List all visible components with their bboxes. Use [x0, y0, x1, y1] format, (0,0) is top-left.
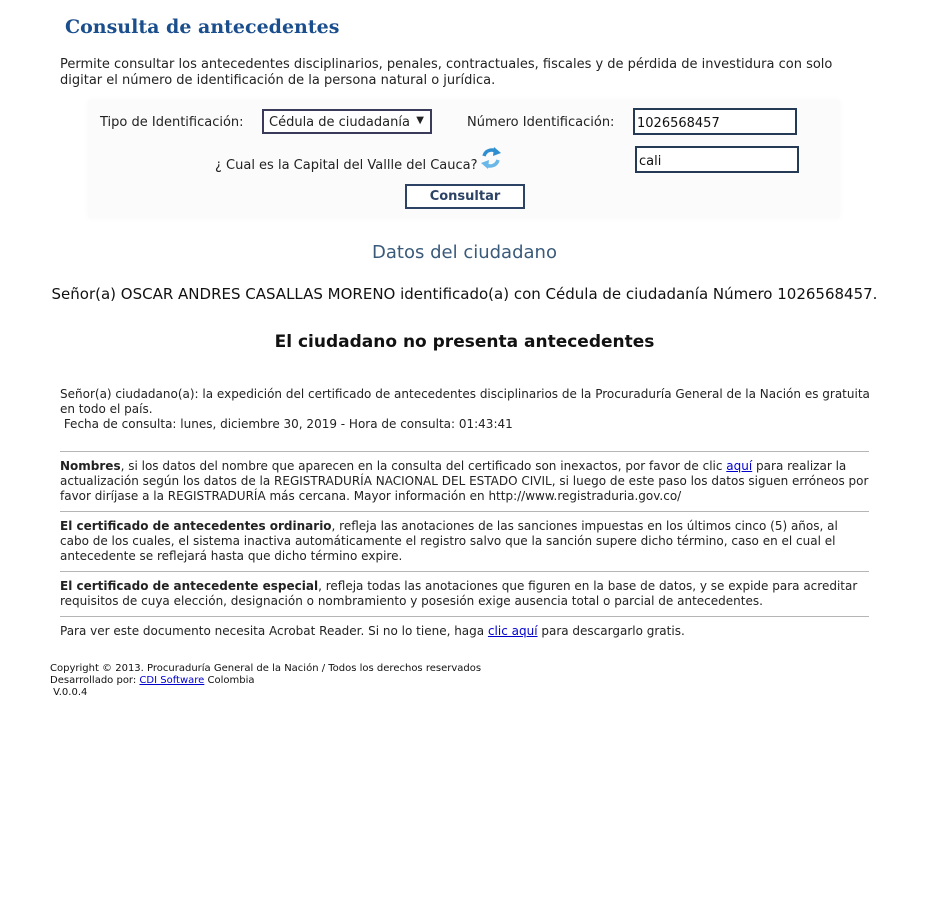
divider — [60, 616, 869, 617]
id-type-label: Tipo de Identificación: — [100, 115, 244, 130]
ordinary-note-bold: El certificado de antecedentes ordinario — [60, 519, 332, 533]
section-title: Datos del ciudadano — [372, 242, 557, 263]
captcha-question-label: ¿ Cual es la Capital del Vallle del Cauc… — [215, 158, 478, 173]
acrobat-note: Para ver este documento necesita Acrobat… — [60, 624, 870, 639]
id-type-value: Cédula de ciudadanía — [269, 115, 410, 130]
names-update-link[interactable]: aquí — [726, 459, 752, 473]
consultation-date: Fecha de consulta: lunes, diciembre 30, … — [60, 417, 513, 431]
chevron-down-icon: ▼ — [416, 115, 424, 126]
id-type-select[interactable]: Cédula de ciudadanía ▼ — [262, 109, 432, 134]
developer-link[interactable]: CDI Software — [139, 675, 204, 686]
names-note-bold: Nombres — [60, 459, 121, 473]
result-status: El ciudadano no presenta antecedentes — [274, 332, 655, 352]
developer-suffix: Colombia — [204, 675, 255, 686]
citizen-info: Señor(a) OSCAR ANDRES CASALLAS MORENO id… — [51, 285, 878, 303]
special-certificate-note: El certificado de antecedente especial, … — [60, 579, 870, 609]
id-number-label: Número Identificación: — [467, 115, 615, 130]
divider — [60, 571, 869, 572]
captcha-answer-input[interactable] — [635, 146, 799, 173]
names-note-text: , si los datos del nombre que aparecen e… — [120, 459, 727, 473]
divider — [60, 451, 869, 452]
developer-line: Desarrollado por: CDI Software Colombia — [50, 675, 481, 687]
page-title: Consulta de antecedentes — [65, 16, 340, 38]
id-number-input[interactable] — [633, 108, 797, 135]
refresh-icon[interactable] — [480, 146, 502, 170]
acrobat-note-text-2: para descargarlo gratis. — [537, 624, 685, 638]
free-certificate-notice: Señor(a) ciudadano(a): la expedición del… — [60, 387, 870, 416]
acrobat-download-link[interactable]: clic aquí — [488, 624, 538, 638]
ordinary-certificate-note: El certificado de antecedentes ordinario… — [60, 519, 870, 564]
footer: Copyright © 2013. Procuraduría General d… — [50, 663, 481, 699]
divider — [60, 511, 869, 512]
consultar-button[interactable]: Consultar — [405, 184, 525, 209]
version-text: V.0.0.4 — [50, 687, 88, 698]
special-note-bold: El certificado de antecedente especial — [60, 579, 319, 593]
developer-prefix: Desarrollado por: — [50, 675, 140, 686]
intro-text: Permite consultar los antecedentes disci… — [60, 57, 833, 88]
copyright-text: Copyright © 2013. Procuraduría General d… — [50, 663, 482, 674]
acrobat-note-text: Para ver este documento necesita Acrobat… — [60, 624, 488, 638]
names-note: Nombres, si los datos del nombre que apa… — [60, 459, 870, 504]
